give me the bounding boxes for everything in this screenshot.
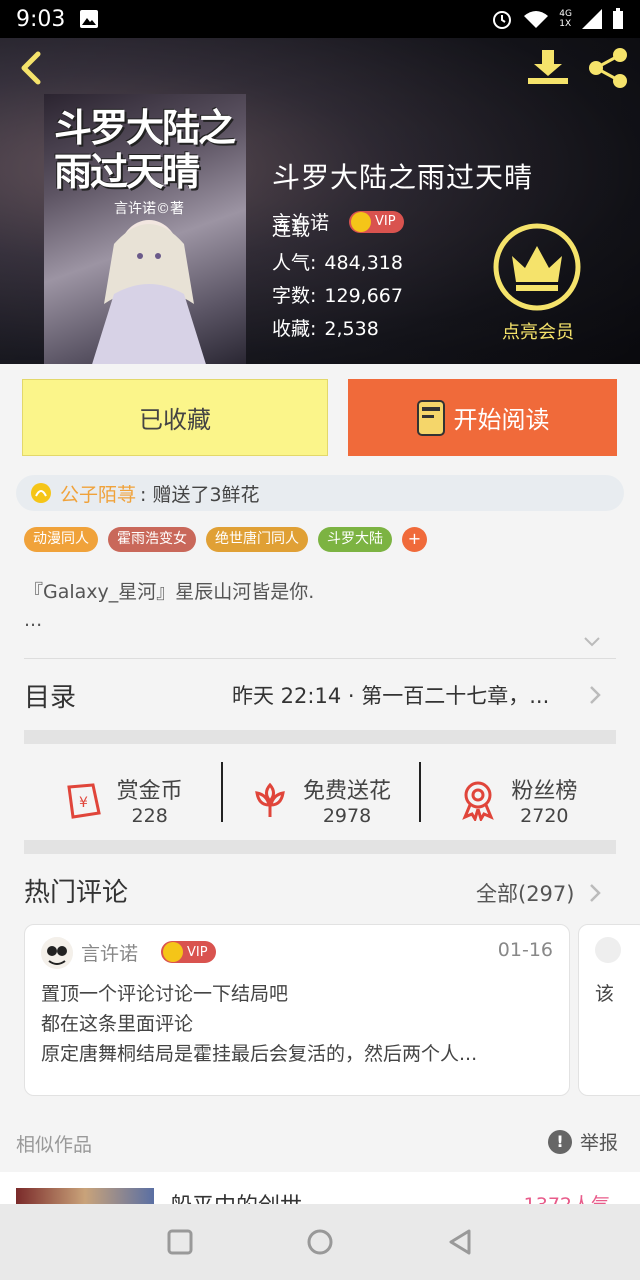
stats-row: ¥ 赏金币 228 免费送花 2978 粉丝榜 2720 [24,746,616,854]
alarm-icon [493,11,512,29]
see-all-comments-link[interactable]: 全部(297) [476,878,574,908]
tag-list: 动漫同人 霍雨浩变女 绝世唐门同人 斗罗大陆 + [24,527,427,552]
report-button[interactable]: ! 举报 [548,1128,618,1155]
hot-comments-title: 热门评论 [24,878,129,908]
signal-icon [582,9,602,29]
recent-apps-icon[interactable] [165,1227,195,1257]
description-line: ... [24,609,43,631]
book-favorites: 收藏: 2,538 [272,318,379,340]
vip-member-label[interactable]: 点亮会员 [490,318,586,344]
free-flowers-stat[interactable]: 免费送花 2978 [221,746,418,854]
favorited-button[interactable]: 已收藏 [22,379,328,456]
fan-ranking-stat[interactable]: 粉丝榜 2720 [418,746,616,854]
section-separator [24,730,616,744]
comment-text-line: 置顶一个评论讨论一下结局吧 [41,983,289,1005]
chevron-right-icon [590,884,601,902]
expand-chevron-icon[interactable] [582,632,602,652]
vip-crown-icon [163,942,183,962]
cover-illustration [92,220,206,364]
book-popularity: 人气: 484,318 [272,252,403,274]
comment-card-next[interactable]: 该 [578,924,640,1096]
medal-icon [462,781,495,821]
toc-title: 目录 [24,682,77,713]
divider [24,658,616,659]
tag-item[interactable]: 霍雨浩变女 [108,527,196,552]
back-nav-icon[interactable] [445,1227,475,1257]
cover-title: 斗罗大陆之雨过天晴 [54,105,236,194]
system-nav-bar [0,1204,640,1280]
comment-user[interactable]: 言许诺 [81,939,138,966]
exclamation-icon: ! [548,1129,572,1154]
book-word-count: 字数: 129,667 [272,285,403,307]
image-notification-icon [80,10,99,28]
gift-message: : 赠送了3鲜花 [140,483,260,506]
section-separator [24,840,616,854]
gift-user[interactable]: 公子陌荨 [60,480,136,507]
chevron-right-icon [590,686,601,704]
home-icon[interactable] [305,1227,335,1257]
comment-text-line: 原定唐舞桐结局是霍挂最后会复活的，然后两个人... [41,1043,478,1065]
vip-badge: VIP [161,941,216,963]
flower-badge-icon [31,483,51,503]
vip-crown-button-icon[interactable] [492,222,582,312]
tag-item[interactable]: 斗罗大陆 [318,527,392,552]
book-status: 连载 [272,218,311,240]
book-icon [416,399,445,436]
book-header: 斗罗大陆之雨过天晴 言许诺©著 斗罗大陆之雨过天晴 言许诺 VIP 连载 人气:… [0,38,640,364]
wifi-icon [524,11,549,28]
red-envelope-icon: ¥ [66,783,101,819]
book-title: 斗罗大陆之雨过天晴 [272,161,534,194]
download-icon[interactable] [526,48,570,88]
tag-item[interactable]: 绝世唐门同人 [206,527,308,552]
book-cover[interactable]: 斗罗大陆之雨过天晴 言许诺©著 [44,94,246,364]
comment-date: 01-16 [497,939,553,961]
tag-item[interactable]: 动漫同人 [24,527,98,552]
avatar[interactable] [41,937,73,969]
start-reading-button[interactable]: 开始阅读 [348,379,617,456]
svg-text:¥: ¥ [79,795,88,811]
gift-banner[interactable]: 公子陌荨 : 赠送了3鲜花 [16,475,624,511]
add-tag-button[interactable]: + [402,527,427,552]
vip-badge: VIP [349,210,404,233]
table-of-contents-row[interactable]: 目录 昨天 22:14 · 第一百二十七章，... [0,660,640,730]
network-label: 4G 1X [559,9,572,29]
description-line: 『Galaxy_星河』星辰山河皆是你. [24,581,315,603]
status-bar: 9:03 4G 1X [0,0,640,38]
share-icon[interactable] [586,46,630,90]
back-arrow-icon[interactable] [14,50,50,86]
vip-crown-icon [351,211,372,232]
reward-coins-stat[interactable]: ¥ 赏金币 228 [24,746,221,854]
battery-icon [613,8,623,29]
comment-text-line: 该 [595,983,615,1005]
latest-chapter: 昨天 22:14 · 第一百二十七章，... [232,684,550,708]
comment-card[interactable]: 言许诺 VIP 01-16 置顶一个评论讨论一下结局吧 都在这条里面评论 原定唐… [24,924,570,1096]
book-description[interactable]: 『Galaxy_星河』星辰山河皆是你. ... [24,578,614,634]
status-time: 9:03 [16,6,66,32]
comment-text-line: 都在这条里面评论 [41,1013,194,1035]
avatar[interactable] [595,937,621,963]
similar-works-title: 相似作品 [16,1134,93,1156]
flower-icon [255,782,285,817]
